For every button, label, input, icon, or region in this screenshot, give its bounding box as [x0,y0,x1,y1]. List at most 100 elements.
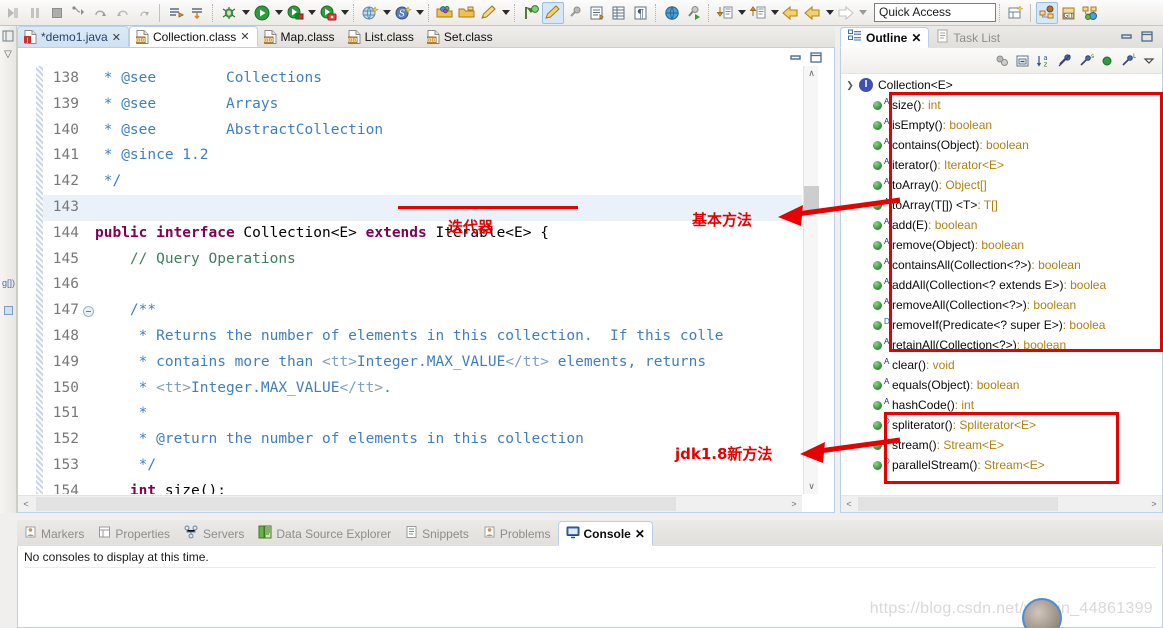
restore-package-explorer-icon[interactable] [2,30,14,45]
code-line[interactable]: 146 [43,272,802,298]
previous-annotation-dropdown-arrow[interactable] [769,2,780,24]
forward-icon[interactable] [835,2,857,24]
maximize-editor-icon[interactable] [808,51,824,65]
outline-member-row[interactable]: Dspliterator() : Spliterator<E> [841,415,1162,435]
view-menu-icon[interactable] [1139,51,1158,70]
outline-member-row[interactable]: AhashCode() : int [841,395,1162,415]
code-line[interactable]: 150 * <tt>Integer.MAX_VALUE</tt>. [43,376,802,402]
new-wizard-icon[interactable] [165,2,187,24]
editor-tab-collection[interactable]: 010 Collection.class ✕ [128,26,258,47]
fold-collapse-icon[interactable] [83,306,94,318]
scroll-right-icon[interactable]: > [1146,496,1162,512]
new-project-dropdown-arrow[interactable] [381,2,392,24]
edit-icon[interactable] [478,2,500,24]
code-line[interactable]: 139 * @see Arrays [43,92,802,118]
outline-member-row[interactable]: AretainAll(Collection<?>) : boolean [841,335,1162,355]
editor-vertical-scrollbar[interactable]: ∧ ∨ [803,66,819,494]
scroll-down-icon[interactable]: ∨ [804,479,819,494]
minimize-editor-icon[interactable] [788,51,804,65]
team-sync-icon[interactable] [1080,2,1102,24]
terminate-icon[interactable] [46,2,68,24]
close-icon[interactable]: ✕ [112,31,121,44]
external-tools-icon[interactable] [564,2,586,24]
next-annotation-icon[interactable] [714,2,736,24]
outline-member-row[interactable]: Aiterator() : Iterator<E> [841,155,1162,175]
editor-tab-set[interactable]: 010 Set.class [421,26,500,47]
git-perspective-icon[interactable]: GIT [1058,2,1080,24]
scrollbar-thumb[interactable] [858,497,1058,511]
scroll-right-icon[interactable]: > [786,496,802,512]
back-history-icon[interactable] [802,2,824,24]
debug-dropdown-arrow[interactable] [240,2,251,24]
code-editor[interactable]: 138 * @see Collections 139 * @see Arrays 1… [18,66,802,494]
step-over-icon[interactable] [90,2,112,24]
coverage-icon[interactable] [284,2,306,24]
code-lines[interactable]: 138 * @see Collections 139 * @see Arrays 1… [43,66,802,494]
profile-icon[interactable] [586,2,608,24]
code-line[interactable]: 138 * @see Collections [43,66,802,92]
code-line[interactable]: 142 */ [43,169,802,195]
drop-to-frame-icon[interactable] [134,2,156,24]
new-package-icon[interactable]: S [392,2,414,24]
outline-horizontal-scrollbar[interactable]: < > [841,495,1162,512]
paragraph-icon[interactable]: ¶ [630,2,652,24]
bottom-tab-snippets[interactable]: Snippets [398,521,476,546]
run-icon[interactable] [251,2,273,24]
next-annotation-dropdown-arrow[interactable] [736,2,747,24]
collapse-chevron-icon[interactable]: ▽ [2,49,14,60]
editor-tab-list[interactable]: 010 List.class [342,26,421,47]
back-dropdown-arrow[interactable] [824,2,835,24]
forward-dropdown-arrow[interactable] [857,2,868,24]
close-icon[interactable]: ✕ [240,30,249,43]
previous-annotation-icon[interactable] [747,2,769,24]
outline-member-row[interactable]: Acontains(Object) : boolean [841,135,1162,155]
code-line[interactable]: 152 * @return the number of elements in … [43,427,802,453]
run-external-tool-icon[interactable] [683,2,705,24]
code-line[interactable]: 153 */ [43,453,802,479]
outline-member-row[interactable]: Dstream() : Stream<E> [841,435,1162,455]
maximize-outline-icon[interactable] [1139,30,1155,47]
save-icon[interactable] [187,2,209,24]
outline-member-row[interactable]: AtoArray(T[]) <T> : T[] [841,195,1162,215]
suspend-icon[interactable] [24,2,46,24]
chevron-down-icon[interactable]: ❯ [841,80,859,91]
scroll-left-icon[interactable]: < [18,496,34,512]
quick-access-input[interactable]: Quick Access [874,3,996,22]
hide-static-icon[interactable]: s [1076,51,1095,70]
search-icon[interactable] [520,2,542,24]
code-line[interactable]: 147 /** [43,298,802,324]
outline-member-row[interactable]: DremoveIf(Predicate<? super E>) : boolea [841,315,1162,335]
outline-member-row[interactable]: Asize() : int [841,95,1162,115]
editor-marker-gutter[interactable] [18,66,35,494]
collapse-all-icon[interactable] [1013,51,1032,70]
focus-on-active-task-icon[interactable] [992,51,1011,70]
outline-member-row[interactable]: AaddAll(Collection<? extends E>) : boole… [841,275,1162,295]
scroll-up-icon[interactable]: ∧ [804,66,819,81]
back-icon[interactable] [780,2,802,24]
step-into-icon[interactable] [68,2,90,24]
table-view-icon[interactable] [608,2,630,24]
code-line[interactable]: 140 * @see AbstractCollection [43,118,802,144]
run-as-server-icon[interactable] [317,2,339,24]
code-line[interactable]: 151 * [43,401,802,427]
code-line[interactable]: 148 * Returns the number of elements in … [43,324,802,350]
code-line[interactable]: 154 int size(); [43,479,802,494]
run-dropdown-arrow[interactable] [273,2,284,24]
outline-member-row[interactable]: Aclear() : void [841,355,1162,375]
code-line[interactable]: 143 [43,194,802,221]
outline-member-row[interactable]: AcontainsAll(Collection<?>) : boolean [841,255,1162,275]
resume-icon[interactable] [2,2,24,24]
open-perspective-icon[interactable] [1005,2,1027,24]
scrollbar-thumb[interactable] [804,186,819,212]
scroll-left-icon[interactable]: < [841,496,857,512]
bottom-tab-problems[interactable]: Problems [476,521,558,546]
tab-task-list[interactable]: Task List [929,27,1007,48]
open-type-icon[interactable] [434,2,456,24]
close-icon[interactable]: ✕ [911,31,921,45]
outline-member-row[interactable]: Aadd(E) : boolean [841,215,1162,235]
editor-tab-map[interactable]: 010 Map.class [258,26,342,47]
outline-root-node[interactable]: ❯ I Collection<E> [841,75,1162,95]
bottom-tab-servers[interactable]: Servers [177,521,251,546]
sort-icon[interactable]: az [1034,51,1053,70]
open-web-browser-icon[interactable] [661,2,683,24]
